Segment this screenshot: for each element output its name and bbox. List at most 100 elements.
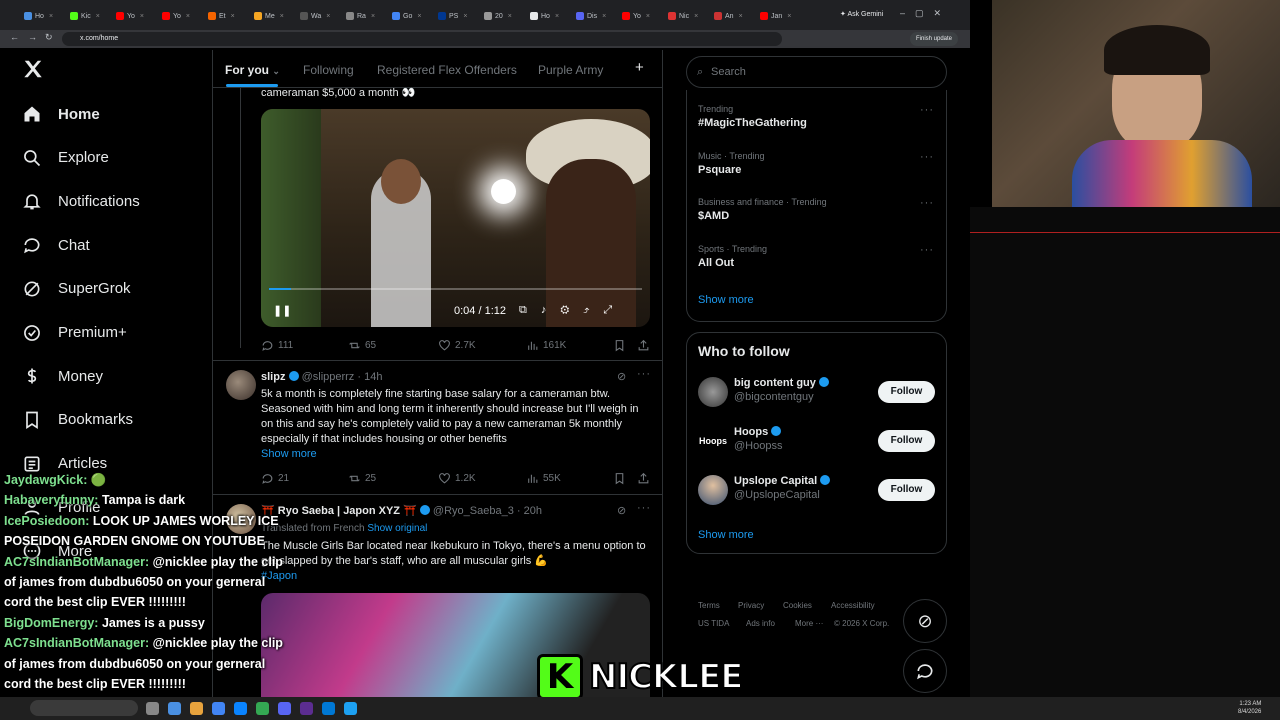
taskbar-app-icon[interactable] <box>344 702 357 715</box>
follow-button[interactable]: Follow <box>878 479 935 501</box>
browser-tab[interactable]: Ra × <box>346 8 375 24</box>
browser-tab[interactable]: Et × <box>208 8 235 24</box>
browser-tab[interactable]: Yo × <box>622 8 650 24</box>
taskbar-app-icon[interactable] <box>190 702 203 715</box>
show-more-link[interactable]: Show more <box>261 447 317 462</box>
close-tab-icon[interactable]: × <box>96 13 100 20</box>
taskbar-app-icon[interactable] <box>322 702 335 715</box>
repost-button[interactable]: 25 <box>348 472 376 485</box>
window-controls[interactable]: –▢✕ <box>900 8 951 19</box>
forward-icon[interactable]: → <box>28 32 37 42</box>
reply-button[interactable]: 21 <box>261 472 289 485</box>
more-options-icon[interactable]: ··· <box>637 502 651 514</box>
sidebar-item-money[interactable]: Money <box>22 366 103 386</box>
close-tab-icon[interactable]: × <box>417 13 421 20</box>
grok-icon[interactable]: ⊘ <box>617 370 626 383</box>
sidebar-item-notifications[interactable]: Notifications <box>22 191 140 211</box>
close-tab-icon[interactable]: × <box>787 13 791 20</box>
more-options-icon[interactable]: ··· <box>920 151 934 163</box>
close-tab-icon[interactable]: × <box>186 13 190 20</box>
trends-show-more-link[interactable]: Show more <box>698 294 754 306</box>
search-input[interactable]: ⌕ Search <box>686 56 947 88</box>
sidebar-item-premium[interactable]: Premium+ <box>22 323 127 343</box>
more-options-icon[interactable]: ··· <box>637 368 651 380</box>
grok-icon[interactable]: ⊘ <box>617 504 626 517</box>
trend-item[interactable]: Music · Trending Psquare <box>698 151 938 176</box>
author-name[interactable]: slipz <box>261 371 285 383</box>
browser-tab[interactable]: Yo × <box>116 8 144 24</box>
taskbar-app-icon[interactable] <box>168 702 181 715</box>
close-tab-icon[interactable]: × <box>140 13 144 20</box>
close-tab-icon[interactable]: × <box>49 13 53 20</box>
avatar[interactable] <box>698 475 728 505</box>
like-button[interactable]: 2.7K <box>438 339 476 352</box>
share-icon[interactable] <box>637 339 650 352</box>
close-tab-icon[interactable]: × <box>371 13 375 20</box>
post-time[interactable]: 20h <box>524 505 542 517</box>
avatar[interactable] <box>698 377 728 407</box>
browser-tab[interactable]: Ho × <box>530 8 559 24</box>
show-original-link[interactable]: Show original <box>367 523 427 534</box>
reply-button[interactable]: 111 <box>261 339 293 352</box>
browser-tab[interactable]: Ho × <box>24 8 53 24</box>
more-options-icon[interactable]: ··· <box>920 197 934 209</box>
ask-gemini-button[interactable]: ✦ Ask Gemini <box>840 10 883 18</box>
avatar[interactable]: Hoops <box>698 426 728 456</box>
views-button[interactable]: 161K <box>526 339 566 352</box>
footer-link[interactable]: US TIDA <box>698 619 729 628</box>
taskbar-app-icon[interactable] <box>278 702 291 715</box>
close-tab-icon[interactable]: × <box>602 13 606 20</box>
sidebar-item-chat[interactable]: Chat <box>22 235 90 255</box>
messages-float-button[interactable] <box>903 649 947 693</box>
tab-registered-flex-offenders[interactable]: Registered Flex Offenders <box>377 63 517 77</box>
footer-link[interactable]: Terms <box>698 601 720 610</box>
close-tab-icon[interactable]: × <box>694 13 698 20</box>
sidebar-item-bookmarks[interactable]: Bookmarks <box>22 410 133 430</box>
finish-update-button[interactable]: Finish update <box>910 32 959 46</box>
video-player[interactable]: ❚❚ 0:04 / 1:12 ⧉♪⚙⤴⤢ <box>261 109 650 327</box>
video-controls-icons[interactable]: ⧉♪⚙⤴⤢ <box>519 304 626 317</box>
close-tab-icon[interactable]: × <box>555 13 559 20</box>
close-tab-icon[interactable]: × <box>739 13 743 20</box>
browser-tab[interactable]: Jan × <box>760 8 791 24</box>
follow-button[interactable]: Follow <box>878 381 935 403</box>
add-tab-button[interactable]: + <box>635 59 644 76</box>
browser-tab[interactable]: 20 × <box>484 8 512 24</box>
sidebar-item-home[interactable]: Home <box>22 104 100 124</box>
follow-suggestion[interactable]: big content guy @bigcontentguy <box>734 377 829 403</box>
tab-for-you[interactable]: For you ⌄ <box>225 63 280 77</box>
footer-link[interactable]: Privacy <box>738 601 764 610</box>
taskbar-app-icon[interactable] <box>300 702 313 715</box>
browser-tab[interactable]: PS × <box>438 8 467 24</box>
share-icon[interactable] <box>637 472 650 485</box>
taskbar-search[interactable] <box>30 700 138 716</box>
follow-button[interactable]: Follow <box>878 430 935 452</box>
sidebar-item-articles[interactable]: Articles <box>22 454 107 474</box>
taskbar-app-icon[interactable] <box>256 702 269 715</box>
close-tab-icon[interactable]: × <box>231 13 235 20</box>
follow-show-more-link[interactable]: Show more <box>698 529 754 541</box>
x-logo-icon[interactable] <box>22 58 44 85</box>
browser-tab[interactable]: Yo × <box>162 8 190 24</box>
bookmark-icon[interactable] <box>613 339 626 352</box>
author-handle[interactable]: @Ryo_Saeba_3 <box>433 505 514 517</box>
follow-suggestion[interactable]: Upslope Capital @UpslopeCapital <box>734 475 831 501</box>
footer-link[interactable]: Cookies <box>783 601 812 610</box>
browser-tab[interactable]: Dis × <box>576 8 606 24</box>
close-tab-icon[interactable]: × <box>463 13 467 20</box>
close-tab-icon[interactable]: × <box>326 13 330 20</box>
browser-tab[interactable]: Me × <box>254 8 284 24</box>
trend-item[interactable]: Business and finance · Trending $AMD <box>698 197 938 222</box>
bookmark-icon[interactable] <box>613 472 626 485</box>
taskbar-app-icon[interactable] <box>212 702 225 715</box>
like-button[interactable]: 1.2K <box>438 472 476 485</box>
taskbar-clock[interactable]: 1:23 AM 8/4/2026 <box>1238 700 1261 716</box>
video-progress-track[interactable] <box>269 288 642 290</box>
avatar[interactable] <box>226 370 256 400</box>
author-name[interactable]: ⛩️ Ryo Saeba | Japon XYZ ⛩️ <box>261 505 417 517</box>
reload-icon[interactable]: ↻ <box>45 32 53 43</box>
trend-item[interactable]: Trending #MagicTheGathering <box>698 104 938 129</box>
close-tab-icon[interactable]: × <box>508 13 512 20</box>
trend-item[interactable]: Sports · Trending All Out <box>698 244 938 269</box>
footer-link[interactable]: More ··· <box>795 619 823 628</box>
